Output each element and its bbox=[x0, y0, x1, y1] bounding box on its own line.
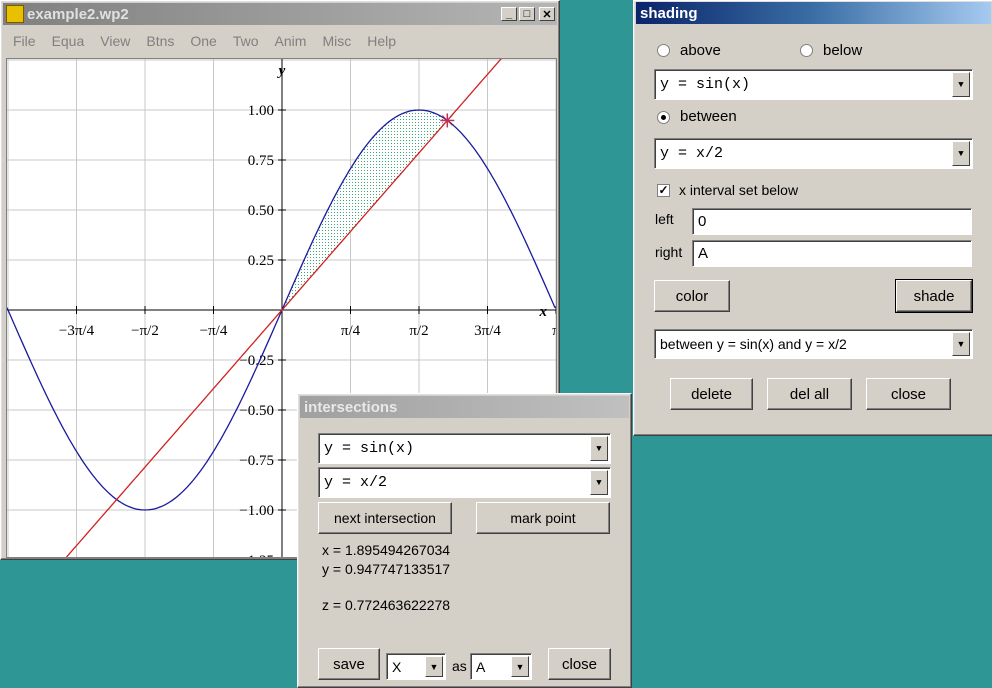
x-tick-label: 3π/4 bbox=[474, 323, 501, 339]
y-tick-label: −0.75 bbox=[239, 453, 274, 469]
menu-file[interactable]: File bbox=[5, 29, 44, 51]
intersect-func1-select[interactable]: y = sin(x) ▼ bbox=[318, 433, 611, 464]
menu-btns[interactable]: Btns bbox=[138, 29, 182, 51]
left-label: left bbox=[655, 211, 674, 227]
y-tick-label: 0.25 bbox=[248, 253, 274, 269]
z-readout: z = 0.772463622278 bbox=[322, 597, 451, 613]
intersections-title: intersections bbox=[304, 398, 398, 416]
menu-help[interactable]: Help bbox=[359, 29, 404, 51]
window-title: example2.wp2 bbox=[27, 5, 129, 23]
save-var-select[interactable]: X ▼ bbox=[386, 653, 446, 680]
app-icon bbox=[6, 5, 24, 23]
maximize-icon[interactable]: □ bbox=[519, 7, 535, 21]
region-select[interactable]: between y = sin(x) and y = x/2 ▼ bbox=[654, 329, 973, 359]
minimize-icon[interactable]: _ bbox=[501, 7, 517, 21]
shading-title: shading bbox=[640, 4, 698, 22]
color-button[interactable]: color bbox=[654, 280, 730, 312]
right-input-value: A bbox=[698, 245, 709, 262]
y-axis-label: y bbox=[277, 63, 286, 79]
above-radio[interactable] bbox=[657, 44, 670, 57]
between-label: between bbox=[680, 108, 737, 125]
menu-two[interactable]: Two bbox=[225, 29, 267, 51]
as-var-select[interactable]: A ▼ bbox=[470, 653, 532, 680]
x-tick-label: π/4 bbox=[341, 323, 361, 339]
intersect-func1-value: y = sin(x) bbox=[324, 440, 415, 457]
chevron-down-icon[interactable]: ▼ bbox=[425, 656, 443, 677]
shading-func1-value: y = sin(x) bbox=[660, 76, 751, 93]
shading-func1-select[interactable]: y = sin(x) ▼ bbox=[654, 69, 973, 100]
menu-anim[interactable]: Anim bbox=[267, 29, 315, 51]
chevron-down-icon[interactable]: ▼ bbox=[952, 141, 970, 166]
left-input-value: 0 bbox=[698, 213, 707, 230]
x-tick-label: −π/2 bbox=[131, 323, 159, 339]
interval-label: x interval set below bbox=[679, 182, 799, 198]
x-axis-label: x bbox=[539, 304, 548, 320]
del-all-button[interactable]: del all bbox=[767, 378, 852, 410]
as-label: as bbox=[452, 658, 467, 674]
below-radio[interactable] bbox=[800, 44, 813, 57]
menu-equa[interactable]: Equa bbox=[44, 29, 93, 51]
shading-func2-value: y = x/2 bbox=[660, 145, 724, 162]
menu-view[interactable]: View bbox=[92, 29, 138, 51]
between-radio[interactable] bbox=[657, 111, 670, 124]
intersections-titlebar[interactable]: intersections bbox=[300, 396, 629, 418]
shading-close-button[interactable]: close bbox=[866, 378, 951, 410]
y-tick-label: 0.50 bbox=[248, 203, 274, 219]
region-select-value: between y = sin(x) and y = x/2 bbox=[660, 336, 847, 352]
above-label: above bbox=[680, 42, 721, 59]
x-tick-label: π/2 bbox=[409, 323, 428, 339]
intersect-func2-value: y = x/2 bbox=[324, 474, 388, 491]
right-input[interactable]: A bbox=[692, 240, 972, 267]
intersect-func2-select[interactable]: y = x/2 ▼ bbox=[318, 467, 611, 498]
y-readout: y = 0.947747133517 bbox=[322, 561, 451, 577]
y-tick-label: 1.00 bbox=[248, 103, 274, 119]
below-label: below bbox=[823, 42, 863, 59]
intersections-window: intersections y = sin(x) ▼ y = x/2 ▼ nex… bbox=[297, 393, 632, 688]
right-label: right bbox=[655, 244, 683, 260]
x-tick-label: −3π/4 bbox=[59, 323, 95, 339]
chevron-down-icon[interactable]: ▼ bbox=[952, 332, 970, 356]
shade-button[interactable]: shade bbox=[895, 279, 973, 313]
save-button[interactable]: save bbox=[318, 648, 380, 680]
delete-button[interactable]: delete bbox=[670, 378, 753, 410]
x-readout: x = 1.895494267034 bbox=[322, 542, 451, 558]
graph-window-titlebar[interactable]: example2.wp2 _ □ ✕ bbox=[3, 3, 557, 25]
chevron-down-icon[interactable]: ▼ bbox=[590, 436, 608, 461]
shading-func2-select[interactable]: y = x/2 ▼ bbox=[654, 138, 973, 169]
next-intersection-button[interactable]: next intersection bbox=[318, 502, 452, 534]
as-var-value: A bbox=[476, 658, 486, 675]
save-var-value: X bbox=[392, 658, 402, 675]
left-input[interactable]: 0 bbox=[692, 208, 972, 235]
chevron-down-icon[interactable]: ▼ bbox=[952, 72, 970, 97]
y-tick-label: −1.25 bbox=[239, 553, 274, 557]
menu-bar: File Equa View Btns One Two Anim Misc He… bbox=[5, 29, 404, 51]
menu-one[interactable]: One bbox=[182, 29, 224, 51]
menu-misc[interactable]: Misc bbox=[314, 29, 359, 51]
x-tick-label: −π/4 bbox=[200, 323, 228, 339]
mark-point-button[interactable]: mark point bbox=[476, 502, 610, 534]
interval-checkbox[interactable]: ✓ bbox=[657, 184, 670, 197]
chevron-down-icon[interactable]: ▼ bbox=[590, 470, 608, 495]
intersections-close-button[interactable]: close bbox=[548, 648, 611, 680]
y-tick-label: −1.00 bbox=[239, 503, 274, 519]
y-tick-label: 0.75 bbox=[248, 153, 274, 169]
x-tick-label: π bbox=[552, 323, 556, 339]
close-icon[interactable]: ✕ bbox=[539, 7, 555, 21]
shading-titlebar[interactable]: shading bbox=[636, 2, 991, 24]
y-tick-label: −0.50 bbox=[239, 403, 274, 419]
chevron-down-icon[interactable]: ▼ bbox=[511, 656, 529, 677]
shading-window: shading above below y = sin(x) ▼ between… bbox=[633, 0, 992, 436]
